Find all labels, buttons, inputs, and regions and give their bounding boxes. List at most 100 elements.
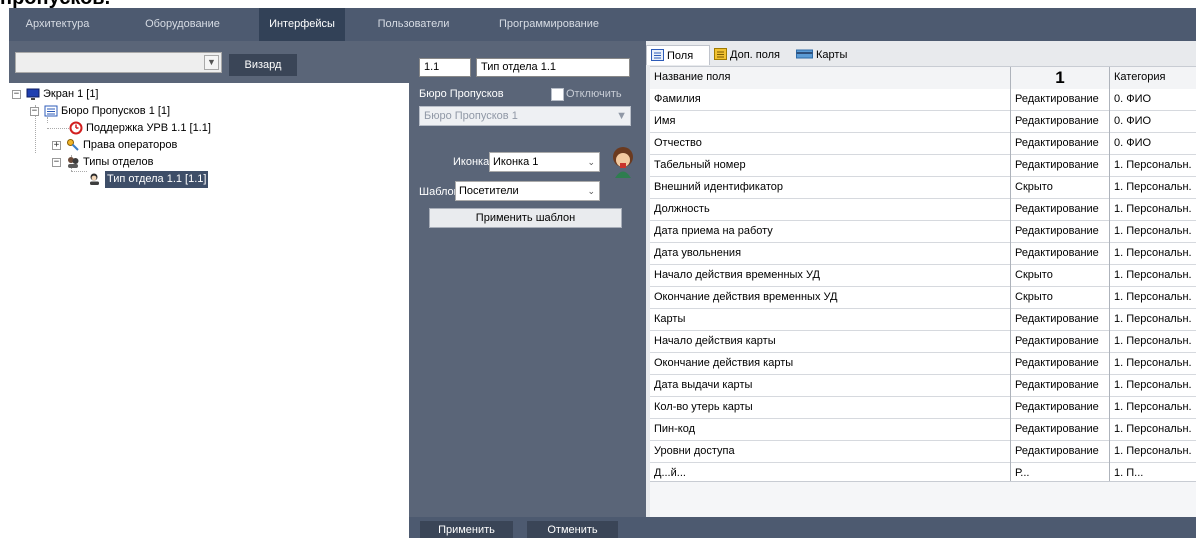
object-type-select[interactable]: ▼: [15, 52, 222, 73]
field-name-cell[interactable]: Дата приема на работу: [650, 221, 1010, 243]
field-name-cell[interactable]: Окончание действия карты: [650, 353, 1010, 375]
access-mode-cell[interactable]: Редактирование: [1010, 331, 1109, 353]
field-name-cell[interactable]: Кол-во утерь карты: [650, 397, 1010, 419]
object-name-field[interactable]: Тип отдела 1.1: [476, 58, 630, 77]
field-name-cell[interactable]: Должность: [650, 199, 1010, 221]
template-select[interactable]: Посетители ⌄: [455, 181, 600, 201]
collapse-icon[interactable]: −: [30, 107, 39, 116]
access-mode-cell[interactable]: Редактирование: [1010, 441, 1109, 463]
column-header-access[interactable]: 1: [1010, 67, 1109, 89]
collapse-icon[interactable]: −: [12, 90, 21, 99]
table-row[interactable]: Уровни доступа Редактирование 1. Персональ…: [650, 441, 1196, 463]
field-name-cell[interactable]: Начало действия карты: [650, 331, 1010, 353]
tab-architecture[interactable]: Архитектура: [9, 8, 106, 41]
access-mode-cell[interactable]: Скрыто: [1010, 287, 1109, 309]
wizard-button[interactable]: Визард: [229, 54, 297, 76]
access-mode-cell[interactable]: Редактирование: [1010, 199, 1109, 221]
tab-cards[interactable]: Карты: [796, 45, 860, 65]
collapse-icon[interactable]: −: [52, 158, 61, 167]
category-cell[interactable]: 1. Персональн.: [1109, 287, 1196, 309]
access-mode-cell[interactable]: Редактирование: [1010, 243, 1109, 265]
field-name-cell[interactable]: Внешний идентификатор: [650, 177, 1010, 199]
field-name-cell[interactable]: Табельный номер: [650, 155, 1010, 177]
access-mode-cell[interactable]: Редактирование: [1010, 419, 1109, 441]
column-header-category[interactable]: Категория: [1109, 67, 1196, 89]
category-cell[interactable]: 1. Персональн.: [1109, 177, 1196, 199]
cancel-button[interactable]: Отменить: [527, 521, 618, 538]
tab-programming[interactable]: Программирование: [489, 8, 609, 41]
apply-button[interactable]: Применить: [420, 521, 513, 538]
field-name-cell[interactable]: Окончание действия временных УД: [650, 287, 1010, 309]
category-cell[interactable]: 1. Персональн.: [1109, 353, 1196, 375]
category-cell[interactable]: 0. ФИО: [1109, 89, 1196, 111]
table-row[interactable]: Дата выдачи карты Редактирование 1. Персон…: [650, 375, 1196, 397]
table-row[interactable]: Начало действия временных УД Скрыто 1. Пер…: [650, 265, 1196, 287]
column-header-field-name[interactable]: Название поля: [650, 67, 1010, 89]
table-row[interactable]: Дата приема на работу Редактирование 1. Пе…: [650, 221, 1196, 243]
table-row[interactable]: Внешний идентификатор Скрыто 1. Персональн…: [650, 177, 1196, 199]
disable-checkbox[interactable]: [551, 88, 564, 101]
field-name-cell[interactable]: Уровни доступа: [650, 441, 1010, 463]
access-mode-cell[interactable]: Редактирование: [1010, 221, 1109, 243]
tab-users[interactable]: Пользователи: [367, 8, 460, 41]
access-mode-cell[interactable]: Редактирование: [1010, 397, 1109, 419]
category-cell[interactable]: 1. Персональн.: [1109, 199, 1196, 221]
category-cell[interactable]: 1. Персональн.: [1109, 375, 1196, 397]
category-cell[interactable]: 1. Персональн.: [1109, 441, 1196, 463]
tab-extra-fields[interactable]: Доп. поля: [714, 45, 792, 65]
category-cell[interactable]: 1. Персональн.: [1109, 331, 1196, 353]
category-cell[interactable]: 1. Персональн.: [1109, 243, 1196, 265]
table-row[interactable]: Начало действия карты Редактирование 1. Пе…: [650, 331, 1196, 353]
category-cell[interactable]: 1. П...: [1109, 463, 1196, 481]
table-row[interactable]: Окончание действия временных УД Скрыто 1. …: [650, 287, 1196, 309]
access-mode-cell[interactable]: Редактирование: [1010, 375, 1109, 397]
table-row[interactable]: Карты Редактирование 1. Персональн.: [650, 309, 1196, 331]
field-name-cell[interactable]: Отчество: [650, 133, 1010, 155]
field-name-cell[interactable]: Д...й...: [650, 463, 1010, 481]
access-mode-cell[interactable]: Редактирование: [1010, 89, 1109, 111]
access-mode-cell[interactable]: Скрыто: [1010, 177, 1109, 199]
tab-fields[interactable]: Поля: [646, 45, 710, 65]
field-name-cell[interactable]: Пин-код: [650, 419, 1010, 441]
table-row[interactable]: Д...й... Р... 1. П...: [650, 463, 1196, 481]
table-row[interactable]: Окончание действия карты Редактирование 1.…: [650, 353, 1196, 375]
table-row[interactable]: Дата увольнения Редактирование 1. Персонал…: [650, 243, 1196, 265]
table-row[interactable]: Имя Редактирование 0. ФИО: [650, 111, 1196, 133]
category-cell[interactable]: 0. ФИО: [1109, 111, 1196, 133]
field-name-cell[interactable]: Имя: [650, 111, 1010, 133]
table-row[interactable]: Фамилия Редактирование 0. ФИО: [650, 89, 1196, 111]
field-name-cell[interactable]: Карты: [650, 309, 1010, 331]
category-cell[interactable]: 1. Персональн.: [1109, 221, 1196, 243]
expand-icon[interactable]: +: [52, 141, 61, 150]
icon-select[interactable]: Иконка 1 ⌄: [489, 152, 600, 172]
access-mode-cell[interactable]: Редактирование: [1010, 155, 1109, 177]
category-cell[interactable]: 1. Персональн.: [1109, 397, 1196, 419]
category-cell[interactable]: 1. Персональн.: [1109, 309, 1196, 331]
chevron-down-icon[interactable]: ▼: [204, 55, 219, 70]
access-mode-cell[interactable]: Редактирование: [1010, 309, 1109, 331]
tab-equipment[interactable]: Оборудование: [136, 8, 229, 41]
apply-template-button[interactable]: Применить шаблон: [429, 208, 622, 228]
field-name-cell[interactable]: Дата выдачи карты: [650, 375, 1010, 397]
table-row[interactable]: Должность Редактирование 1. Персональн.: [650, 199, 1196, 221]
access-mode-cell[interactable]: Редактирование: [1010, 353, 1109, 375]
object-id-field[interactable]: 1.1: [419, 58, 471, 77]
access-mode-cell[interactable]: Редактирование: [1010, 133, 1109, 155]
access-mode-cell[interactable]: Редактирование: [1010, 111, 1109, 133]
field-name-cell[interactable]: Фамилия: [650, 89, 1010, 111]
screen-icon: [26, 88, 40, 100]
field-name-cell[interactable]: Дата увольнения: [650, 243, 1010, 265]
table-row[interactable]: Отчество Редактирование 0. ФИО: [650, 133, 1196, 155]
tree-item-label: Бюро Пропусков 1 [1]: [61, 105, 171, 117]
category-cell[interactable]: 1. Персональн.: [1109, 265, 1196, 287]
category-cell[interactable]: 1. Персональн.: [1109, 155, 1196, 177]
access-mode-cell[interactable]: Р...: [1010, 463, 1109, 481]
field-name-cell[interactable]: Начало действия временных УД: [650, 265, 1010, 287]
category-cell[interactable]: 1. Персональн.: [1109, 419, 1196, 441]
table-row[interactable]: Кол-во утерь карты Редактирование 1. Персо…: [650, 397, 1196, 419]
category-cell[interactable]: 0. ФИО: [1109, 133, 1196, 155]
tab-interfaces[interactable]: Интерфейсы: [259, 8, 345, 41]
table-row[interactable]: Табельный номер Редактирование 1. Персонал…: [650, 155, 1196, 177]
table-row[interactable]: Пин-код Редактирование 1. Персональн.: [650, 419, 1196, 441]
access-mode-cell[interactable]: Скрыто: [1010, 265, 1109, 287]
